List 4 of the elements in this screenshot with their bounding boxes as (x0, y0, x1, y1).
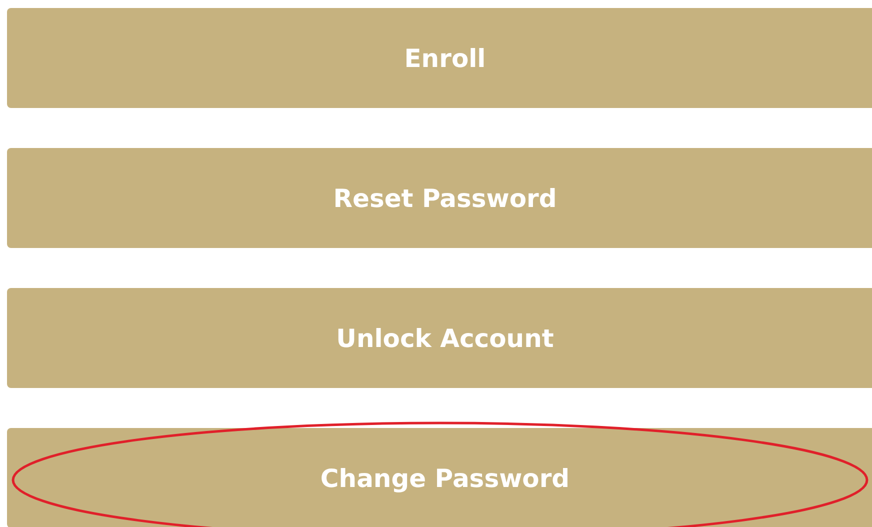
action-button[interactable]: Change Password (7, 428, 872, 527)
action-button[interactable]: Unlock Account (7, 288, 872, 388)
action-button[interactable]: Enroll (7, 8, 872, 108)
action-button[interactable]: Reset Password (7, 148, 872, 248)
